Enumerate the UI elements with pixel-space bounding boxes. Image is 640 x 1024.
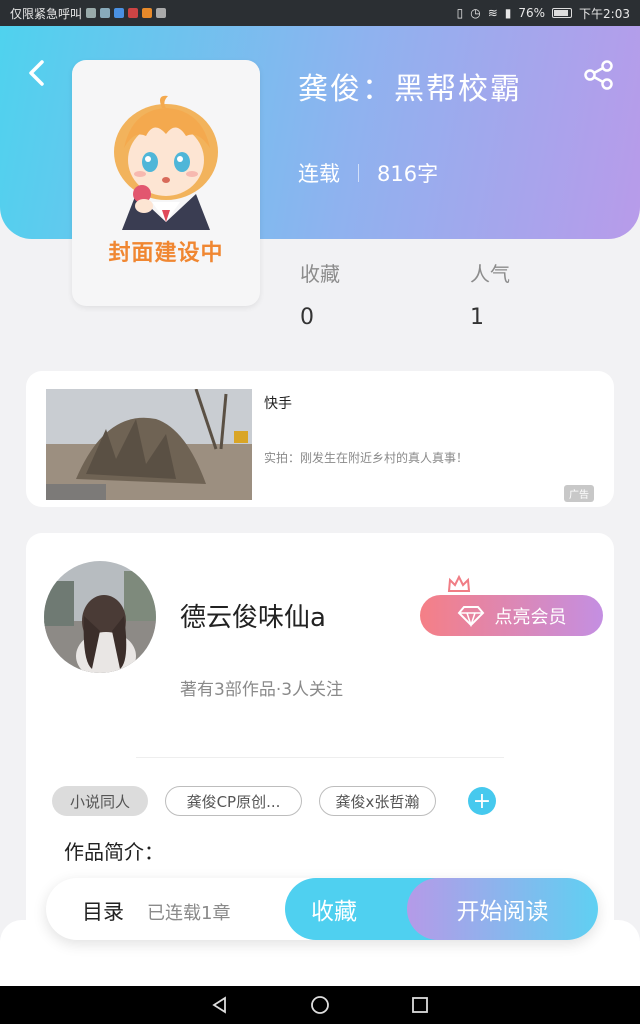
serial-status: 连载 [298,162,340,186]
add-tag-button[interactable]: + [468,787,496,815]
vip-button-label: 点亮会员 [494,606,567,628]
book-title: 龚俊：黑帮校霸 [298,72,522,107]
back-button[interactable] [22,58,52,88]
back-arrow-icon [29,60,44,86]
notification-icon [86,8,97,18]
start-reading-button[interactable]: 开始阅读 [407,878,598,940]
status-carrier-text: 仅限紧急呼叫 [10,6,83,21]
notification-icon [156,8,167,18]
crown-icon [447,575,471,592]
favorites-value: 0 [300,305,314,330]
alarm-icon: ◷ [470,6,481,20]
wifi-icon: ≋ [487,6,498,20]
ad-card[interactable]: 快手 实拍：刚发生在附近乡村的真人真事！ 广告 [26,371,614,507]
tag-chip[interactable]: 小说同人 [52,786,148,816]
triangle-back-icon [212,996,226,1014]
book-status-row: 连载 816字 [298,158,438,188]
author-meta: 著有3部作品·3人关注 [180,680,344,700]
popularity-stat: 人气 1 [470,258,510,330]
popularity-label: 人气 [470,262,510,286]
author-name[interactable]: 德云俊味仙a [180,597,326,634]
tag-chip[interactable]: 龚俊CP原创... [165,786,302,816]
toc-chapter-info[interactable]: 已连载1章 [147,899,230,925]
author-avatar[interactable] [44,561,156,673]
start-reading-label: 开始阅读 [456,899,549,925]
notification-icon [100,8,111,18]
action-bar: 目录 已连载1章 收藏 开始阅读 [46,878,598,940]
book-cover[interactable]: 封面建设中 [72,60,260,306]
battery-icon [552,8,573,18]
tag-chip[interactable]: 龚俊x张哲瀚 [319,786,436,816]
collect-button-label: 收藏 [311,899,357,925]
share-button[interactable] [582,58,616,92]
favorites-label: 收藏 [300,262,340,286]
share-icon [584,60,613,90]
battery-percent: 76% [518,6,546,20]
ad-image[interactable] [46,389,252,500]
notification-icon [114,8,125,18]
ad-source: 快手 [264,396,292,412]
cover-placeholder-text: 封面建设中 [108,241,224,266]
notification-icon [128,8,139,18]
system-nav-bar [0,986,640,1024]
word-count: 816字 [377,162,439,186]
vip-button[interactable]: 点亮会员 [420,595,603,636]
ad-description: 实拍：刚发生在附近乡村的真人真事！ [264,451,469,465]
toc-button[interactable]: 目录 [82,896,124,926]
nav-recents-button[interactable] [400,990,440,1020]
status-bar: 仅限紧急呼叫 ▯ ◷ ≋ ▮ 76% 下午2:03 [0,0,640,26]
status-time: 下午2:03 [579,6,630,21]
circle-home-icon [311,996,329,1014]
signal-icon: ▮ [504,6,512,20]
divider [136,757,504,758]
ad-label: 广告 [564,485,594,502]
intro-label: 作品简介： [64,840,164,864]
popularity-value: 1 [470,305,484,330]
square-recents-icon [412,997,428,1013]
notification-icon [142,8,153,18]
favorites-stat: 收藏 0 [300,258,340,330]
diamond-icon [457,605,484,627]
divider [358,164,359,182]
cover-illustration [114,95,218,230]
vibrate-icon: ▯ [456,6,464,20]
nav-home-button[interactable] [300,990,340,1020]
nav-back-button[interactable] [200,990,240,1020]
